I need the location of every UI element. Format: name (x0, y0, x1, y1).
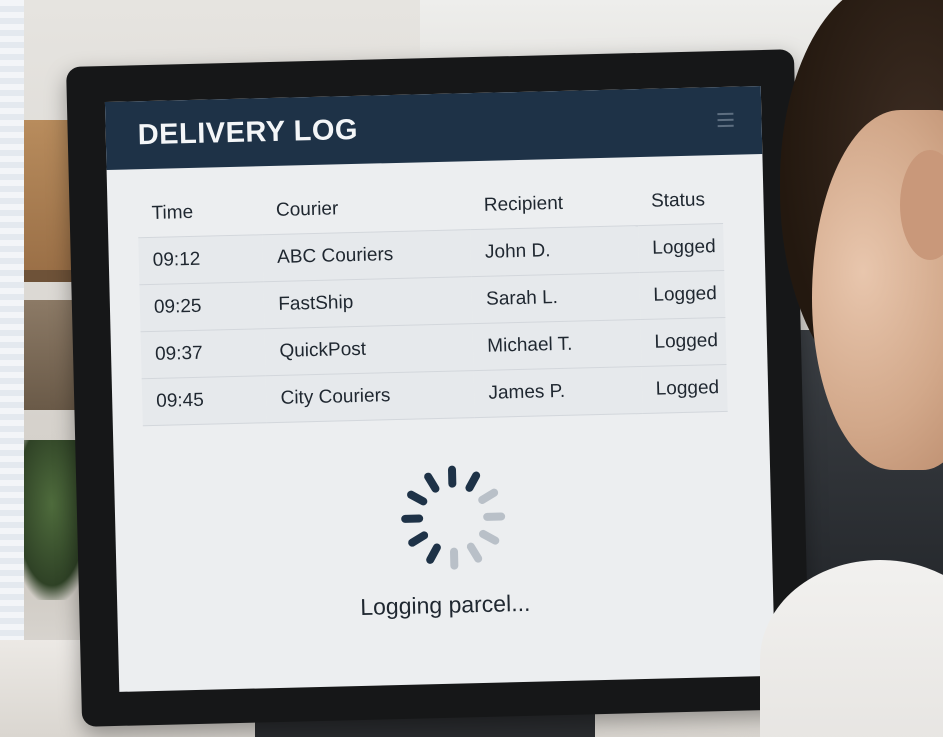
cell-time: 09:45 (141, 375, 268, 426)
spinner-dash (477, 528, 501, 547)
delivery-log-table: Time Courier Recipient Status 09:12 ABC … (137, 179, 728, 426)
spinner-dash (465, 541, 484, 565)
app-title: DELIVERY LOG (137, 113, 359, 151)
cell-courier: FastShip (263, 276, 473, 329)
spinner-dash (447, 465, 457, 488)
app-header: DELIVERY LOG (104, 86, 763, 171)
cell-status: Logged (641, 364, 728, 414)
column-header-status[interactable]: Status (637, 179, 723, 226)
window-blinds (0, 0, 24, 737)
loading-message: Logging parcel... (359, 589, 531, 620)
cell-time: 09:12 (138, 234, 264, 285)
cell-recipient: Sarah L. (471, 272, 640, 324)
cell-status: Logged (637, 223, 725, 273)
spinner-dash (422, 471, 441, 495)
monitor-bezel: DELIVERY LOG Time Courier Recipient Stat… (66, 49, 810, 727)
cell-recipient: John D. (470, 225, 639, 277)
menu-icon[interactable] (717, 112, 734, 128)
monitor-screen: DELIVERY LOG Time Courier Recipient Stat… (104, 86, 776, 692)
cell-status: Logged (638, 270, 726, 320)
column-header-courier[interactable]: Courier (262, 185, 471, 235)
spinner-dash (405, 489, 429, 507)
spinner-dash (401, 514, 424, 523)
spinner-dash (424, 542, 443, 566)
spinner-dash (476, 487, 500, 506)
spinner-dash (483, 512, 506, 521)
column-header-time[interactable]: Time (137, 190, 262, 238)
cell-recipient: James P. (473, 366, 643, 418)
cell-recipient: Michael T. (472, 319, 642, 371)
background-photo: DELIVERY LOG Time Courier Recipient Stat… (0, 0, 943, 737)
cell-time: 09:25 (139, 281, 265, 332)
spinner-dash (449, 547, 459, 570)
cell-status: Logged (639, 317, 727, 367)
spinner-dash (464, 470, 482, 494)
cell-courier: ABC Couriers (262, 229, 472, 282)
column-header-recipient[interactable]: Recipient (469, 181, 637, 230)
cell-time: 09:37 (140, 328, 267, 379)
spinner-dash (406, 529, 430, 549)
cell-courier: City Couriers (266, 370, 476, 423)
cell-courier: QuickPost (264, 323, 474, 376)
loading-spinner-icon (400, 464, 507, 571)
